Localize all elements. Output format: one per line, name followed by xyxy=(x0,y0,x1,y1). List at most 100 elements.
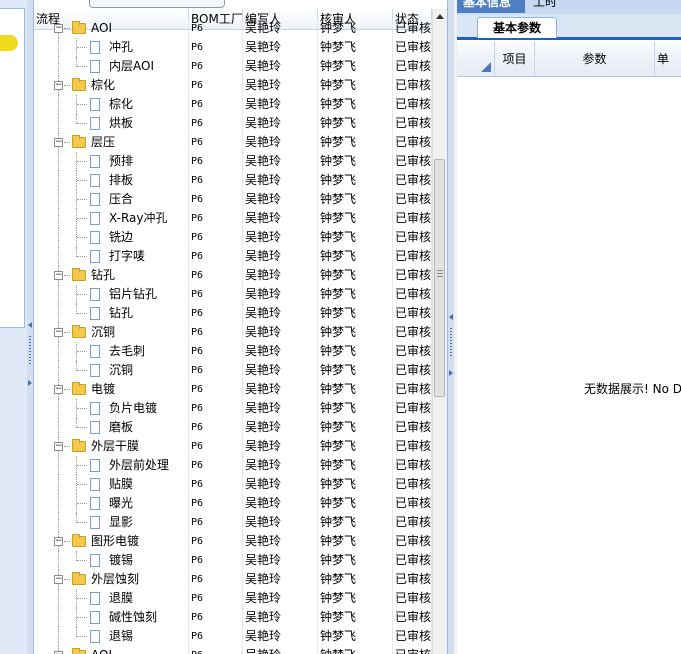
tree-line xyxy=(77,636,87,637)
collapse-toggle-icon[interactable]: − xyxy=(54,24,63,33)
tab-basic-info[interactable]: 基本信息 xyxy=(457,0,525,13)
tree-group-row[interactable]: −AOIP6吴艳玲钟梦飞已审核 xyxy=(34,19,432,38)
col-header-unit[interactable]: 单 xyxy=(655,42,681,76)
collapse-toggle-icon[interactable]: − xyxy=(54,138,63,147)
status-cell: 已审核 xyxy=(393,247,432,266)
tree-line xyxy=(77,313,87,314)
grid-scrollbar[interactable] xyxy=(432,9,447,654)
collapse-right-arrow-icon[interactable] xyxy=(449,314,453,320)
tree-leaf-row[interactable]: 沉铜 P6 吴艳玲 钟梦飞 已审核 xyxy=(34,361,432,380)
tree-leaf-row[interactable]: X-Ray冲孔 P6 吴艳玲 钟梦飞 已审核 xyxy=(34,209,432,228)
collapse-toggle-icon[interactable]: − xyxy=(54,442,63,451)
bom-cell: P6 xyxy=(189,152,243,171)
bom-cell: P6 xyxy=(189,513,243,532)
col-header-param[interactable]: 参数 xyxy=(535,42,655,76)
collapse-toggle-icon[interactable]: − xyxy=(54,575,63,584)
tree-leaf-row[interactable]: 碱性蚀刻 P6 吴艳玲 钟梦飞 已审核 xyxy=(34,608,432,627)
tab-work-hours[interactable]: 工时 xyxy=(533,0,557,11)
tree-group-row[interactable]: − 外层蚀刻 P6 吴艳玲 钟梦飞 已审核 xyxy=(34,570,432,589)
bom-cell: P6 xyxy=(189,627,243,646)
tree-leaf-row[interactable]: 外层前处理 P6 吴艳玲 钟梦飞 已审核 xyxy=(34,456,432,475)
tree-group-row[interactable]: −AOIP6吴艳玲钟梦飞已审核 xyxy=(34,646,432,654)
bom-cell: P6 xyxy=(189,437,243,456)
collapse-arrow-icon[interactable] xyxy=(28,322,32,328)
tree-group-row[interactable]: − 外层干膜 P6 吴艳玲 钟梦飞 已审核 xyxy=(34,437,432,456)
writer-cell: 吴艳玲 xyxy=(243,38,318,57)
bom-cell: P6 xyxy=(189,361,243,380)
left-panel-body xyxy=(0,8,25,328)
tree-leaf-row[interactable]: 钻孔 P6 吴艳玲 钟梦飞 已审核 xyxy=(34,304,432,323)
tree-node-label: 烘板 xyxy=(109,116,134,130)
document-icon xyxy=(90,478,100,491)
tree-leaf-row[interactable]: 压合 P6 吴艳玲 钟梦飞 已审核 xyxy=(34,190,432,209)
status-cell: 已审核 xyxy=(393,361,432,380)
reviewer-cell: 钟梦飞 xyxy=(318,171,393,190)
tree-group-row[interactable]: − 钻孔 P6 吴艳玲 钟梦飞 已审核 xyxy=(34,266,432,285)
tree-group-row[interactable]: − 棕化 P6 吴艳玲 钟梦飞 已审核 xyxy=(34,76,432,95)
empty-message: 无数据展示! No D xyxy=(584,382,681,396)
col-header-item[interactable]: 项目 xyxy=(495,42,535,76)
row-selector-header[interactable] xyxy=(457,42,495,76)
tree-leaf-row[interactable]: 去毛刺 P6 吴艳玲 钟梦飞 已审核 xyxy=(34,342,432,361)
tree-node-label: 碱性蚀刻 xyxy=(109,610,158,624)
status-cell: 已审核 xyxy=(393,532,432,551)
tree-leaf-row[interactable]: 内层AOI P6 吴艳玲 钟梦飞 已审核 xyxy=(34,57,432,76)
collapse-toggle-icon[interactable]: − xyxy=(54,81,63,90)
tree-leaf-row[interactable]: 显影 P6 吴艳玲 钟梦飞 已审核 xyxy=(34,513,432,532)
writer-cell: 吴艳玲 xyxy=(243,646,318,654)
process-cell: 排板 xyxy=(34,171,189,190)
tree-line xyxy=(77,180,87,181)
folder-icon xyxy=(72,78,86,91)
collapse-toggle-icon[interactable]: − xyxy=(54,537,63,546)
tree-leaf-row[interactable]: 排板 P6 吴艳玲 钟梦飞 已审核 xyxy=(34,171,432,190)
bom-cell: P6 xyxy=(189,380,243,399)
expand-right-arrow-icon[interactable] xyxy=(449,370,453,376)
tree-leaf-row[interactable]: 退膜 P6 吴艳玲 钟梦飞 已审核 xyxy=(34,589,432,608)
collapse-toggle-icon[interactable]: − xyxy=(54,385,63,394)
folder-icon xyxy=(72,439,86,452)
status-cell: 已审核 xyxy=(393,209,432,228)
tree-leaf-row[interactable]: 曝光 P6 吴艳玲 钟梦飞 已审核 xyxy=(34,494,432,513)
writer-cell: 吴艳玲 xyxy=(243,570,318,589)
tree-leaf-row[interactable]: 预排 P6 吴艳玲 钟梦飞 已审核 xyxy=(34,152,432,171)
writer-cell: 吴艳玲 xyxy=(243,285,318,304)
document-icon xyxy=(90,98,100,111)
scroll-thumb[interactable] xyxy=(434,159,445,397)
tree-node-label: 棕化 xyxy=(109,97,134,111)
status-cell: 已审核 xyxy=(393,114,432,133)
expand-arrow-icon[interactable] xyxy=(28,380,32,386)
document-icon xyxy=(90,174,100,187)
tree-leaf-row[interactable]: 镀锡 P6 吴艳玲 钟梦飞 已审核 xyxy=(34,551,432,570)
sort-indicator-icon xyxy=(481,62,491,72)
tree-group-row[interactable]: − 层压 P6 吴艳玲 钟梦飞 已审核 xyxy=(34,133,432,152)
document-icon xyxy=(90,421,100,434)
writer-cell: 吴艳玲 xyxy=(243,95,318,114)
scroll-up-arrow-icon[interactable] xyxy=(436,14,444,19)
right-splitter[interactable] xyxy=(448,0,454,654)
bom-cell: P6 xyxy=(189,171,243,190)
collapse-toggle-icon[interactable]: − xyxy=(54,271,63,280)
notification-bubble-icon[interactable] xyxy=(0,35,18,51)
tree-leaf-row[interactable]: 退锡 P6 吴艳玲 钟梦飞 已审核 xyxy=(34,627,432,646)
tree-group-row[interactable]: − 图形电镀 P6 吴艳玲 钟梦飞 已审核 xyxy=(34,532,432,551)
tab-basic-params[interactable]: 基本参数 xyxy=(477,17,557,38)
collapse-toggle-icon[interactable]: − xyxy=(54,328,63,337)
tree-leaf-row[interactable]: 铝片钻孔 P6 吴艳玲 钟梦飞 已审核 xyxy=(34,285,432,304)
view-process-button[interactable] xyxy=(89,0,225,8)
process-cell: 碱性蚀刻 xyxy=(34,608,189,627)
tree-leaf-row[interactable]: 烘板 P6 吴艳玲 钟梦飞 已审核 xyxy=(34,114,432,133)
document-icon xyxy=(90,193,100,206)
tree-leaf-row[interactable]: 打字唛 P6 吴艳玲 钟梦飞 已审核 xyxy=(34,247,432,266)
tree-leaf-row[interactable]: 负片电镀 P6 吴艳玲 钟梦飞 已审核 xyxy=(34,399,432,418)
tree-leaf-row[interactable]: 磨板 P6 吴艳玲 钟梦飞 已审核 xyxy=(34,418,432,437)
process-cell: − 钻孔 xyxy=(34,266,189,285)
tree-group-row[interactable]: − 沉铜 P6 吴艳玲 钟梦飞 已审核 xyxy=(34,323,432,342)
tree-node-label: 钻孔 xyxy=(109,306,134,320)
tree-leaf-row[interactable]: 冲孔 P6 吴艳玲 钟梦飞 已审核 xyxy=(34,38,432,57)
process-tree-grid: 流程 BOM工厂 编写人 核审人 状态 − AOI P6 吴艳玲 钟梦飞 已审核 冲孔 P6 吴… xyxy=(33,0,448,654)
tree-leaf-row[interactable]: 贴膜 P6 吴艳玲 钟梦飞 已审核 xyxy=(34,475,432,494)
tree-leaf-row[interactable]: 铣边 P6 吴艳玲 钟梦飞 已审核 xyxy=(34,228,432,247)
tree-leaf-row[interactable]: 棕化 P6 吴艳玲 钟梦飞 已审核 xyxy=(34,95,432,114)
tree-group-row[interactable]: − 电镀 P6 吴艳玲 钟梦飞 已审核 xyxy=(34,380,432,399)
reviewer-cell: 钟梦飞 xyxy=(318,342,393,361)
